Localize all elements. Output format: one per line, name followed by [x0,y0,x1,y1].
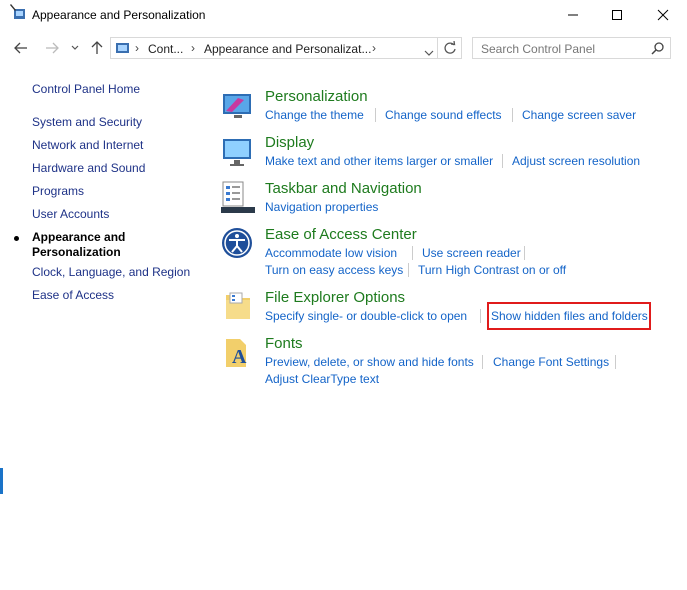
title-bar: Appearance and Personalization [0,0,687,30]
task-link[interactable]: Turn High Contrast on or off [418,263,566,277]
refresh-icon[interactable] [443,40,457,58]
category-title[interactable]: Personalization [265,88,368,105]
sidebar-item-label: Appearance and [32,230,126,244]
sidebar-item-ease-of-access[interactable]: Ease of Access [32,288,114,302]
address-dropdown-icon[interactable] [424,45,434,59]
search-icon[interactable] [651,42,664,58]
task-link[interactable]: Make text and other items larger or smal… [265,154,493,168]
task-link[interactable]: Adjust ClearType text [265,372,379,386]
control-panel-home-link[interactable]: Control Panel Home [32,82,140,96]
breadcrumb-separator-icon: › [135,41,139,55]
taskbar-icon[interactable] [220,180,256,216]
sidebar-item-label: Personalization [32,245,121,259]
minimize-button[interactable] [550,0,596,30]
breadcrumb-separator-icon: › [372,41,376,55]
breadcrumb-item[interactable]: Appearance and Personalizat... [204,42,371,56]
category-title[interactable]: Ease of Access Center [265,226,417,243]
highlight-box [487,302,651,330]
task-link[interactable]: Preview, delete, or show and hide fonts [265,355,474,369]
task-link[interactable]: Change screen saver [522,108,636,122]
task-link[interactable]: Specify single- or double-click to open [265,309,467,323]
sidebar-item-appearance-personalization[interactable]: Appearance and Personalization [32,230,125,260]
task-link[interactable]: Change Font Settings [493,355,609,369]
category-title[interactable]: Display [265,134,314,151]
back-icon[interactable] [11,38,31,58]
recent-dropdown-icon[interactable] [65,38,85,58]
svg-text:A: A [232,346,247,368]
up-icon[interactable] [87,38,107,58]
fonts-icon[interactable]: A [220,335,256,371]
forward-icon[interactable] [42,38,62,58]
folder-options-icon[interactable] [220,289,256,325]
breadcrumb-separator-icon: › [191,41,195,55]
task-link[interactable]: Accommodate low vision [265,246,397,260]
sidebar-item-programs[interactable]: Programs [32,184,84,198]
display-icon[interactable] [220,134,256,170]
task-link[interactable]: Adjust screen resolution [512,154,640,168]
task-link[interactable]: Change sound effects [385,108,502,122]
maximize-button[interactable] [594,0,640,30]
sidebar-item-system-security[interactable]: System and Security [32,115,142,129]
sidebar-item-hardware-sound[interactable]: Hardware and Sound [32,161,145,175]
control-panel-small-icon [115,41,131,58]
control-panel-icon [10,3,26,21]
personalization-icon[interactable] [220,88,256,124]
search-placeholder: Search Control Panel [481,42,596,56]
task-link[interactable]: Navigation properties [265,200,378,214]
task-link[interactable]: Turn on easy access keys [265,263,403,277]
sidebar-item-clock-language-region[interactable]: Clock, Language, and Region [32,265,190,279]
task-link[interactable]: Change the theme [265,108,364,122]
address-bar: › Cont... › Appearance and Personalizat.… [0,34,687,62]
sidebar-item-user-accounts[interactable]: User Accounts [32,207,109,221]
ease-of-access-icon[interactable] [220,226,256,262]
current-item-bullet-icon [14,236,19,241]
window-edge-accent [0,468,3,494]
category-title[interactable]: Fonts [265,335,303,352]
category-title[interactable]: Taskbar and Navigation [265,180,422,197]
window-title: Appearance and Personalization [32,8,206,22]
close-button[interactable] [640,0,686,30]
sidebar-item-network-internet[interactable]: Network and Internet [32,138,143,152]
search-input[interactable]: Search Control Panel [472,37,671,59]
task-link[interactable]: Use screen reader [422,246,521,260]
breadcrumb[interactable]: › Cont... › Appearance and Personalizat.… [110,37,462,59]
category-title[interactable]: File Explorer Options [265,289,405,306]
breadcrumb-item[interactable]: Cont... [148,42,183,56]
